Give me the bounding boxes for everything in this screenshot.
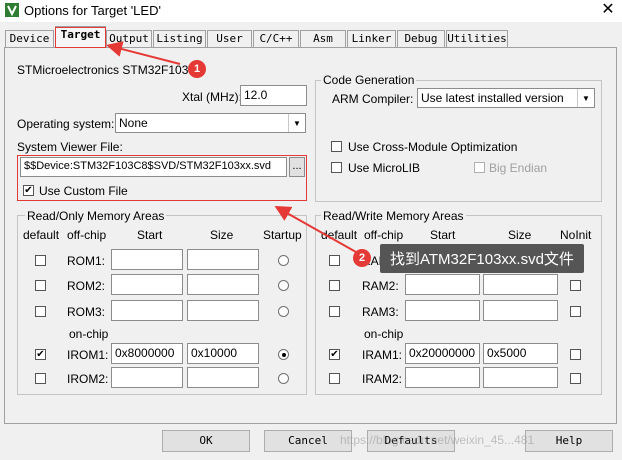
step-badge-2: 2 — [353, 249, 371, 267]
instruction-tooltip: 找到ATM32F103xx.svd文件 — [380, 244, 584, 273]
arrow-to-svd-box — [274, 206, 357, 253]
annotation-arrows — [106, 41, 357, 253]
watermark-text: https://blog.csdn.net/weixin_45...481 — [340, 433, 535, 447]
arrow-to-target-tab — [106, 41, 181, 65]
step-badge-1: 1 — [188, 60, 206, 78]
